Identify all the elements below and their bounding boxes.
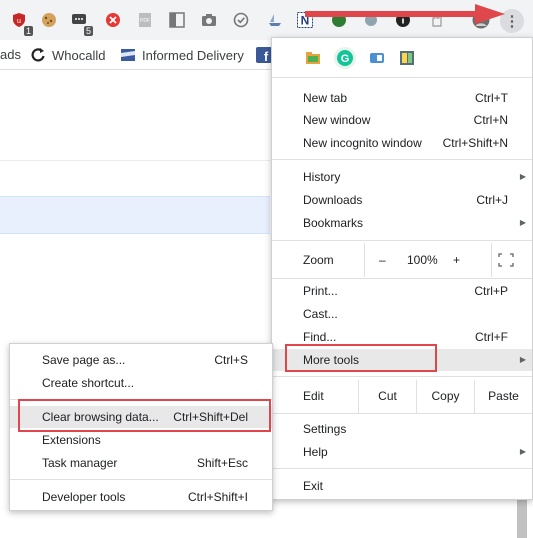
zoom-level: 100% bbox=[407, 253, 438, 267]
zoom-out-button[interactable]: – bbox=[379, 243, 386, 277]
annotation-box-more-tools bbox=[285, 344, 437, 372]
bookmark-item-whocalld[interactable]: Whocalld bbox=[30, 47, 105, 63]
menu-separator bbox=[10, 479, 272, 480]
menu-edit-row: Edit Cut Copy Paste bbox=[272, 380, 532, 413]
usps-icon bbox=[120, 47, 136, 63]
menu-item-new-window[interactable]: New window Ctrl+N bbox=[272, 109, 532, 131]
submenu-item-save-page[interactable]: Save page as... Ctrl+S bbox=[10, 349, 272, 371]
page-divider bbox=[0, 160, 270, 161]
menu-separator bbox=[272, 376, 532, 377]
submenu-item-developer-tools[interactable]: Developer tools Ctrl+Shift+I bbox=[10, 486, 272, 508]
bookmark-label: Informed Delivery bbox=[142, 47, 244, 63]
zoom-in-button[interactable]: + bbox=[453, 243, 460, 277]
menu-item-exit[interactable]: Exit bbox=[272, 475, 532, 497]
cookie-icon[interactable] bbox=[40, 11, 58, 29]
extension-badge: 5 bbox=[83, 26, 93, 36]
menu-item-help[interactable]: Help ▶ bbox=[272, 441, 532, 463]
menu-zoom-row: Zoom – 100% + bbox=[272, 243, 532, 277]
menu-separator bbox=[272, 468, 532, 469]
chevron-right-icon: ▶ bbox=[519, 172, 526, 181]
sailboat-icon[interactable] bbox=[266, 11, 284, 29]
panel-icon[interactable] bbox=[168, 11, 186, 29]
menu-item-bookmarks[interactable]: Bookmarks ▶ bbox=[272, 212, 532, 234]
camera-icon[interactable] bbox=[200, 11, 218, 29]
refresh-icon bbox=[30, 47, 46, 63]
bookmark-item-informed-delivery[interactable]: Informed Delivery bbox=[120, 47, 244, 63]
submenu-item-extensions[interactable]: Extensions bbox=[10, 429, 272, 451]
menu-separator bbox=[272, 240, 532, 241]
svg-text:f: f bbox=[264, 49, 269, 63]
zoom-label: Zoom bbox=[303, 253, 334, 267]
annotation-box-clear-browsing bbox=[18, 399, 271, 432]
page-highlight-row bbox=[0, 196, 270, 234]
paste-button[interactable]: Paste bbox=[474, 380, 532, 413]
folder-icon[interactable] bbox=[304, 49, 322, 67]
fullscreen-icon[interactable] bbox=[498, 253, 514, 267]
svg-text:u: u bbox=[17, 18, 21, 25]
edit-label: Edit bbox=[303, 389, 324, 403]
svg-text:PDF: PDF bbox=[140, 18, 150, 24]
cut-button[interactable]: Cut bbox=[358, 380, 416, 413]
menu-item-new-incognito[interactable]: New incognito window Ctrl+Shift+N bbox=[272, 132, 532, 154]
notepad-icon[interactable] bbox=[398, 49, 416, 67]
menu-item-new-tab[interactable]: New tab Ctrl+T bbox=[272, 87, 532, 109]
chevron-right-icon: ▶ bbox=[519, 218, 526, 227]
chat-icon[interactable]: 5 bbox=[70, 11, 93, 36]
menu-separator bbox=[272, 278, 532, 279]
submenu-item-task-manager[interactable]: Task manager Shift+Esc bbox=[10, 452, 272, 474]
zoom-controls: – 100% + bbox=[364, 243, 492, 277]
bookmark-item[interactable]: ads bbox=[0, 47, 21, 62]
menu-item-cast[interactable]: Cast... bbox=[272, 303, 532, 325]
menu-separator bbox=[272, 413, 532, 414]
menu-item-settings[interactable]: Settings bbox=[272, 418, 532, 440]
copy-button[interactable]: Copy bbox=[416, 380, 474, 413]
chevron-right-icon: ▶ bbox=[519, 355, 526, 364]
submenu-item-create-shortcut[interactable]: Create shortcut... bbox=[10, 372, 272, 394]
facebook-bookmark-icon[interactable]: f bbox=[256, 47, 272, 63]
extension-icon[interactable] bbox=[368, 49, 386, 67]
pdf-icon[interactable]: PDF bbox=[136, 11, 154, 29]
svg-text:G: G bbox=[341, 53, 350, 65]
menu-item-downloads[interactable]: Downloads Ctrl+J bbox=[272, 189, 532, 211]
chevron-right-icon: ▶ bbox=[519, 447, 526, 456]
bookmark-label: Whocalld bbox=[52, 47, 106, 63]
menu-separator bbox=[272, 159, 532, 160]
annotation-arrow bbox=[305, 4, 505, 24]
shield-icon[interactable]: u 1 bbox=[10, 11, 33, 36]
menu-extensions-row: G bbox=[272, 38, 532, 78]
extension-badge: 1 bbox=[23, 26, 33, 36]
grammarly-icon[interactable]: G bbox=[334, 47, 356, 69]
menu-item-print[interactable]: Print... Ctrl+P bbox=[272, 280, 532, 302]
block-icon[interactable] bbox=[104, 11, 122, 29]
bookmark-label: ads bbox=[0, 47, 21, 62]
chrome-main-menu: G New tab Ctrl+T New window Ctrl+N New i… bbox=[271, 37, 533, 500]
menu-item-history[interactable]: History ▶ bbox=[272, 166, 532, 188]
check-circle-icon[interactable] bbox=[232, 11, 250, 29]
